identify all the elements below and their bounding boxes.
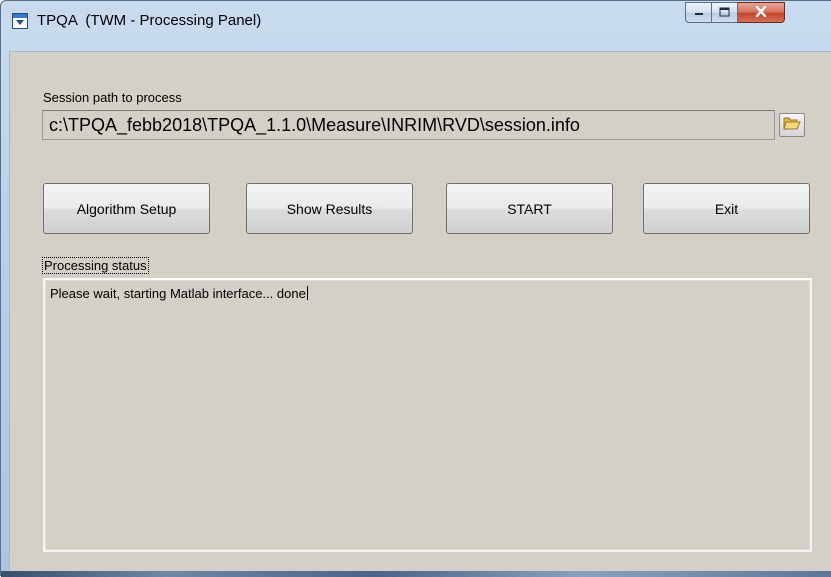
exit-button[interactable]: Exit (643, 183, 810, 234)
processing-status-log[interactable]: Please wait, starting Matlab interface..… (43, 278, 812, 552)
app-window-icon[interactable] (12, 13, 28, 29)
processing-status-label: Processing status (42, 257, 149, 274)
close-icon (755, 4, 767, 22)
algorithm-setup-button[interactable]: Algorithm Setup (43, 183, 210, 234)
caption-buttons (685, 2, 785, 23)
minimize-button[interactable] (685, 2, 712, 23)
close-button[interactable] (738, 2, 785, 23)
folder-open-icon (783, 116, 801, 134)
status-log-text: Please wait, starting Matlab interface..… (50, 286, 306, 301)
taskbar-strip (1, 571, 831, 577)
processing-panel: Session path to process Algorithm Setup … (9, 51, 831, 571)
title-bar[interactable]: TPQA (TWM - Processing Panel) (1, 1, 831, 51)
maximize-icon (719, 4, 730, 22)
session-path-label: Session path to process (43, 90, 182, 105)
text-caret (306, 286, 308, 300)
minimize-icon (694, 4, 704, 22)
window-title: TPQA (TWM - Processing Panel) (37, 12, 262, 29)
show-results-button[interactable]: Show Results (246, 183, 413, 234)
browse-session-button[interactable] (779, 113, 805, 137)
start-button[interactable]: START (446, 183, 613, 234)
session-path-input[interactable] (42, 110, 775, 140)
maximize-button[interactable] (712, 2, 738, 23)
app-window: TPQA (TWM - Processing Panel) Session pa… (0, 0, 831, 577)
